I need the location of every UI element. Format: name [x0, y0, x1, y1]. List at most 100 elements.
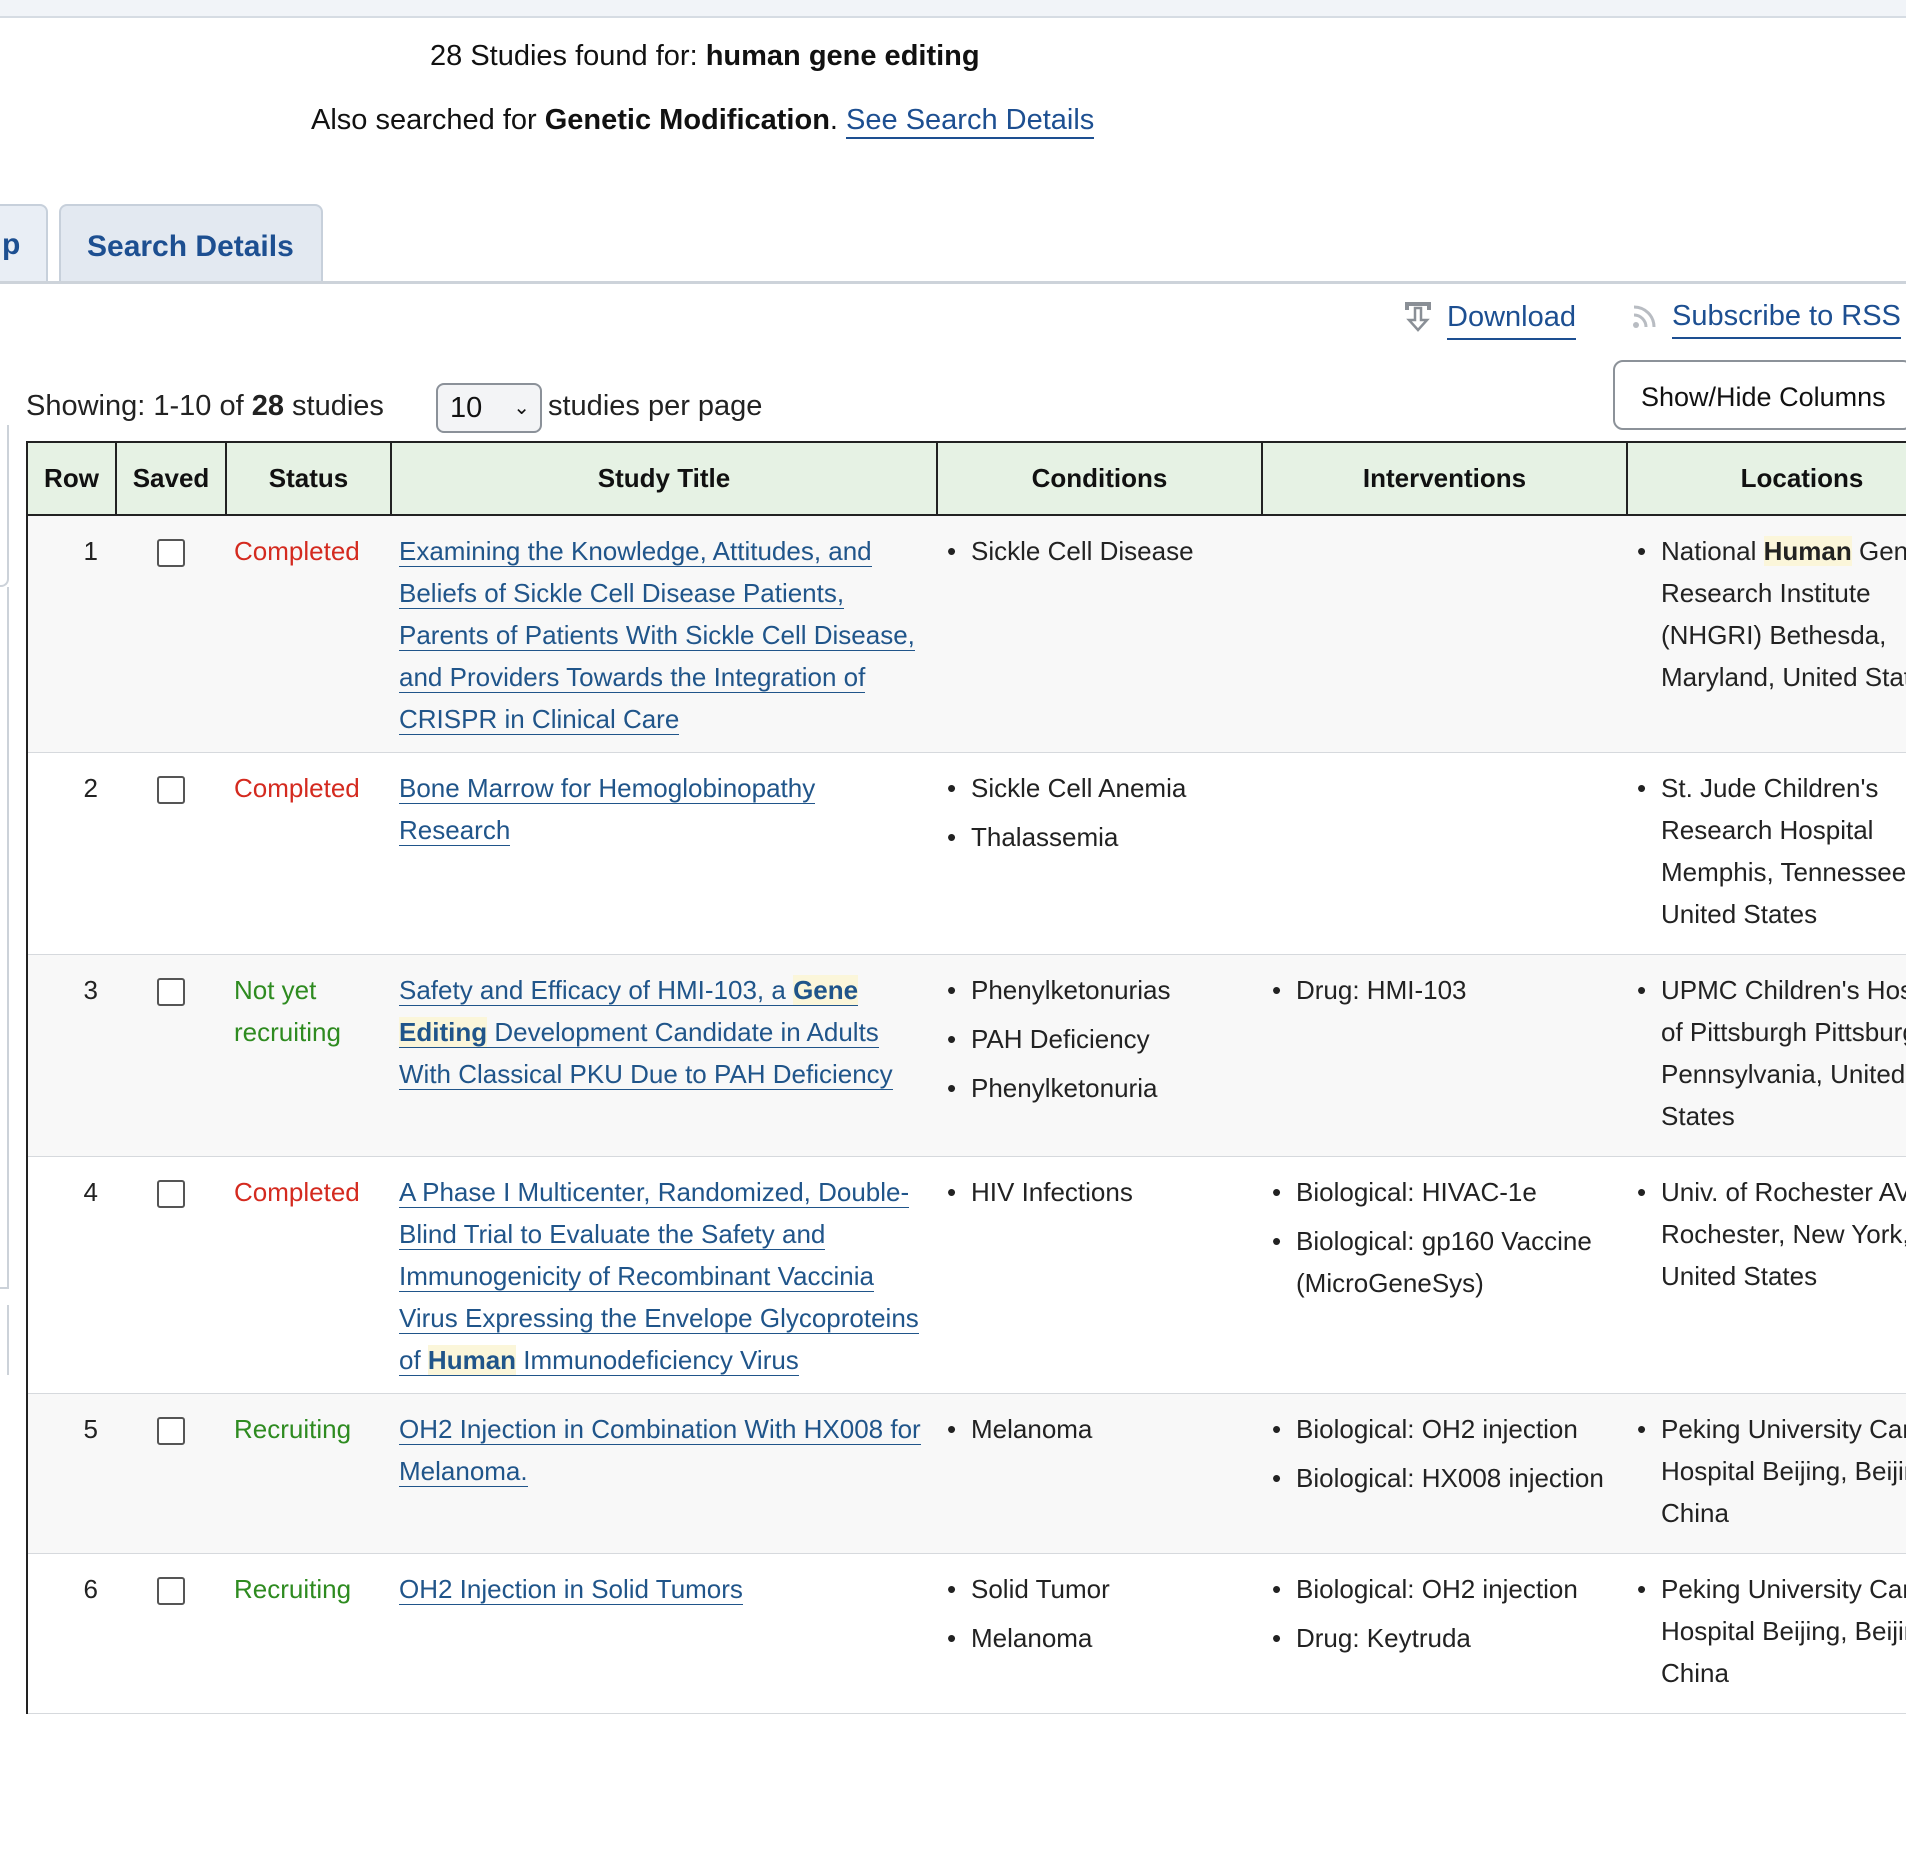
subscribe-rss-link[interactable]: Subscribe to RSS: [1672, 300, 1901, 339]
location-item: National Human Genome Research Institute…: [1637, 530, 1906, 698]
save-checkbox[interactable]: [157, 539, 185, 567]
showing-total: 28: [251, 390, 284, 422]
condition-item: Thalassemia: [947, 816, 1254, 858]
study-title-cell: A Phase I Multicenter, Randomized, Doubl…: [391, 1156, 937, 1394]
saved-cell: [116, 515, 226, 753]
col-header-conditions[interactable]: Conditions: [936, 441, 1263, 516]
save-checkbox[interactable]: [157, 978, 185, 1006]
location-item: UPMC Children's Hospital of Pittsburgh P…: [1637, 969, 1906, 1137]
results-count: 28 Studies found for:: [430, 40, 698, 72]
locations-cell: Peking University Cancer Hospital Beijin…: [1627, 1393, 1906, 1554]
tab-search-details-label: Search Details: [87, 230, 294, 263]
interventions-cell: Biological: OH2 injection Drug: Keytruda: [1262, 1553, 1627, 1714]
location-item: Peking University Cancer Hospital Beijin…: [1637, 1408, 1906, 1534]
status-badge: Recruiting: [226, 1393, 391, 1554]
title-text: Immunodeficiency Virus: [523, 1345, 799, 1375]
save-checkbox[interactable]: [157, 1180, 185, 1208]
top-header-strip: [0, 0, 1906, 18]
study-title-link[interactable]: Bone Marrow for Hemoglobinopathy Researc…: [399, 773, 816, 846]
location-highlight: Human: [1763, 536, 1852, 566]
interventions-cell: Drug: HMI-103: [1262, 954, 1627, 1157]
status-badge: Recruiting: [226, 1553, 391, 1714]
study-title-cell: OH2 Injection in Solid Tumors: [391, 1553, 937, 1714]
status-badge: Not yet recruiting: [226, 954, 391, 1157]
chevron-down-icon: ⌄: [513, 397, 530, 419]
title-highlight: Human: [427, 1345, 517, 1375]
tab-search-details[interactable]: Search Details: [59, 204, 323, 283]
interventions-cell: [1262, 752, 1627, 955]
status-badge: Completed: [226, 1156, 391, 1394]
table-row: 1 Completed Examining the Knowledge, Att…: [26, 515, 1906, 753]
rss-icon: [1632, 303, 1658, 337]
conditions-cell: HIV Infections: [937, 1156, 1262, 1394]
locations-cell: Peking University Cancer Hospital Beijin…: [1627, 1553, 1906, 1714]
save-checkbox[interactable]: [157, 1577, 185, 1605]
row-number: 5: [26, 1393, 116, 1554]
condition-item: Sickle Cell Anemia: [947, 767, 1254, 809]
study-title-cell: Examining the Knowledge, Attitudes, and …: [391, 515, 937, 753]
locations-cell: National Human Genome Research Institute…: [1627, 515, 1906, 753]
col-header-status[interactable]: Status: [225, 441, 392, 516]
study-title-link[interactable]: Safety and Efficacy of HMI-103, a Gene E…: [399, 975, 893, 1090]
results-table: Row Saved Status Study Title Conditions …: [26, 441, 1906, 1714]
download-action[interactable]: Download: [1403, 300, 1576, 340]
tabs-divider: [0, 281, 1906, 284]
locations-cell: St. Jude Children's Research Hospital Me…: [1627, 752, 1906, 955]
see-search-details-link[interactable]: See Search Details: [846, 104, 1095, 139]
col-header-locations[interactable]: Locations: [1626, 441, 1906, 516]
col-header-row[interactable]: Row: [26, 441, 117, 516]
per-page-select[interactable]: 10 ⌄: [436, 383, 542, 433]
show-hide-columns-label: Show/Hide Columns: [1641, 382, 1886, 412]
tab-previous[interactable]: p: [0, 204, 48, 283]
study-title-link[interactable]: OH2 Injection in Solid Tumors: [399, 1574, 743, 1605]
location-item: St. Jude Children's Research Hospital Me…: [1637, 767, 1906, 935]
also-prefix: Also searched for: [311, 104, 537, 136]
interventions-cell: Biological: OH2 injection Biological: HX0…: [1262, 1393, 1627, 1554]
conditions-cell: Melanoma: [937, 1393, 1262, 1554]
showing-prefix: Showing: 1-10 of: [26, 390, 244, 422]
col-header-saved[interactable]: Saved: [115, 441, 227, 516]
status-badge: Completed: [226, 752, 391, 955]
condition-item: Phenylketonuria: [947, 1067, 1254, 1109]
per-page-label: studies per page: [548, 390, 763, 422]
study-title-link[interactable]: A Phase I Multicenter, Randomized, Doubl…: [399, 1177, 919, 1376]
col-header-study-title[interactable]: Study Title: [390, 441, 938, 516]
tab-previous-label: p: [2, 228, 21, 261]
table-row: 5 Recruiting OH2 Injection in Combinatio…: [26, 1393, 1906, 1554]
row-number: 2: [26, 752, 116, 955]
also-term: Genetic Modification: [544, 104, 830, 136]
subscribe-rss-action[interactable]: Subscribe to RSS: [1632, 300, 1901, 339]
show-hide-columns-button[interactable]: Show/Hide Columns: [1613, 360, 1906, 430]
intervention-item: Biological: OH2 injection: [1272, 1568, 1619, 1610]
download-link[interactable]: Download: [1447, 301, 1576, 340]
study-title-link[interactable]: OH2 Injection in Combination With HX008 …: [399, 1414, 921, 1487]
saved-cell: [116, 954, 226, 1157]
left-panel-edge: [0, 425, 9, 1868]
col-header-interventions[interactable]: Interventions: [1261, 441, 1628, 516]
table-row: 2 Completed Bone Marrow for Hemoglobinop…: [26, 752, 1906, 955]
intervention-item: Biological: OH2 injection: [1272, 1408, 1619, 1450]
study-title-cell: OH2 Injection in Combination With HX008 …: [391, 1393, 937, 1554]
conditions-cell: Solid Tumor Melanoma: [937, 1553, 1262, 1714]
save-checkbox[interactable]: [157, 1417, 185, 1445]
row-number: 6: [26, 1553, 116, 1714]
intervention-item: Biological: HIVAC-1e: [1272, 1171, 1619, 1213]
study-title-link[interactable]: Examining the Knowledge, Attitudes, and …: [399, 536, 915, 735]
interventions-cell: [1262, 515, 1627, 753]
condition-item: PAH Deficiency: [947, 1018, 1254, 1060]
also-suffix: .: [829, 104, 838, 136]
intervention-item: Drug: HMI-103: [1272, 969, 1619, 1011]
save-checkbox[interactable]: [157, 776, 185, 804]
location-prefix: National: [1661, 536, 1757, 566]
condition-item: Melanoma: [947, 1617, 1254, 1659]
condition-item: HIV Infections: [947, 1171, 1254, 1213]
showing-suffix: studies: [292, 390, 384, 422]
condition-item: Melanoma: [947, 1408, 1254, 1450]
search-query: human gene editing: [705, 40, 980, 72]
table-row: 6 Recruiting OH2 Injection in Solid Tumo…: [26, 1553, 1906, 1714]
study-title-cell: Safety and Efficacy of HMI-103, a Gene E…: [391, 954, 937, 1157]
results-summary: 28 Studies found for: human gene editing: [430, 40, 980, 73]
conditions-cell: Sickle Cell Anemia Thalassemia: [937, 752, 1262, 955]
per-page-value: 10: [450, 392, 483, 424]
also-searched: Also searched for Genetic Modification. …: [311, 104, 1095, 139]
